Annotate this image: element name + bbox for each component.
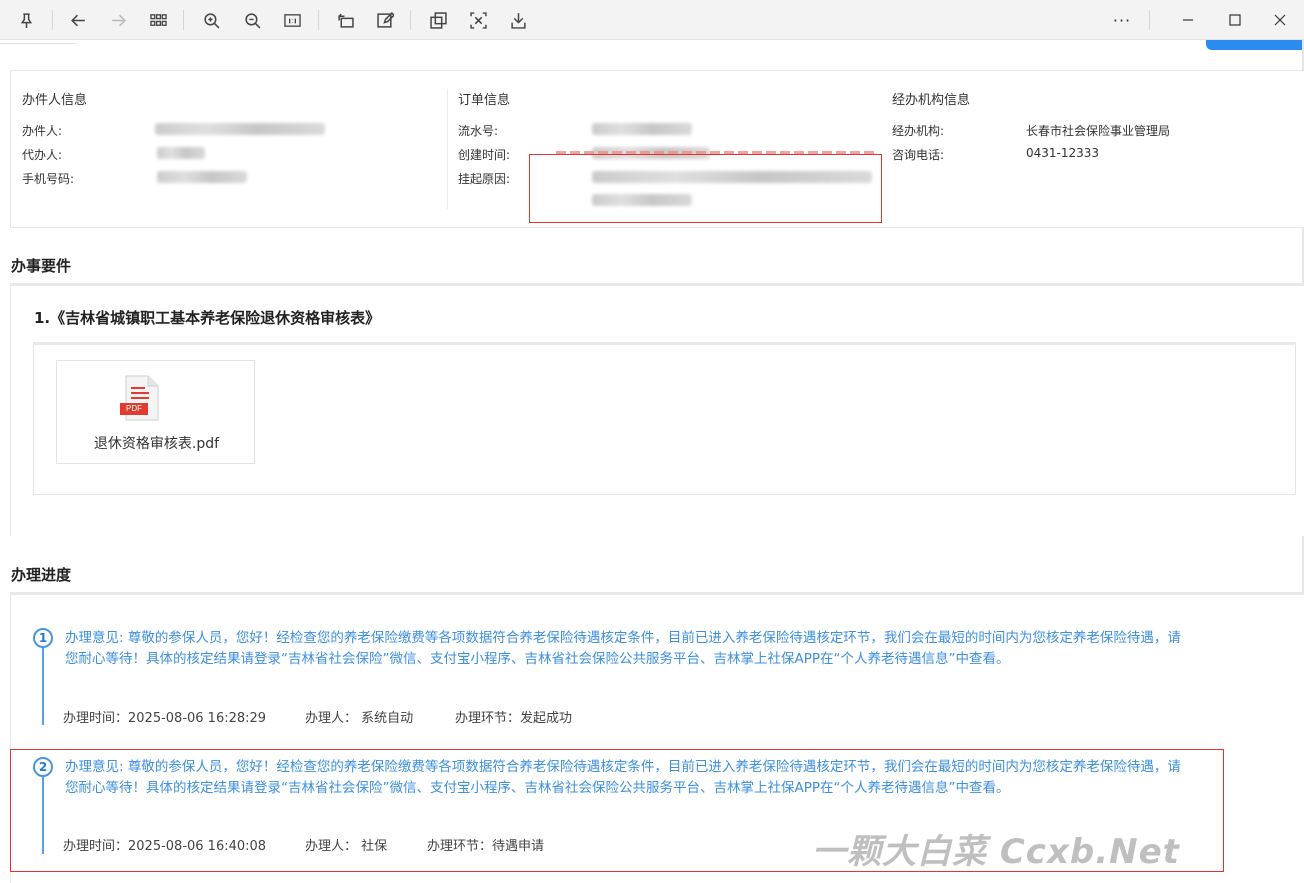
watermark: 一颗大白菜 Ccxb.Net	[812, 832, 1180, 872]
download-icon[interactable]	[506, 8, 530, 32]
agent-value-blurred	[157, 147, 205, 159]
rotate-icon[interactable]	[333, 8, 357, 32]
window-toolbar: ···	[0, 0, 1304, 40]
order-info-title: 订单信息	[458, 93, 511, 108]
serial-number-label: 流水号:	[458, 124, 499, 138]
step-opinion: 办理意见: 尊敬的参保人员，您好！经检查您的养老保险缴费等各项数据符合养老保险待…	[65, 630, 1181, 667]
copy-icon[interactable]	[426, 8, 450, 32]
agent-label: 代办人:	[22, 148, 63, 162]
agency-info: 经办机构信息 经办机构: 长春市社会保险事业管理局 咨询电话: 0431-123…	[883, 71, 1303, 227]
hotline-value: 0431-12333	[1026, 146, 1100, 160]
zoom-out-icon[interactable]	[240, 8, 264, 32]
agency-value: 长春市社会保险事业管理局	[1026, 124, 1171, 138]
materials-section-title: 办事要件	[11, 257, 72, 275]
pdf-file-icon: PDF	[118, 375, 162, 421]
step-connector	[42, 648, 44, 725]
forward-icon[interactable]	[106, 8, 130, 32]
applicant-value-blurred	[155, 123, 325, 135]
action-button-edge[interactable]	[1206, 40, 1304, 50]
agency-info-title: 经办机构信息	[892, 93, 971, 108]
highlight-box-suspend-reason	[529, 154, 882, 223]
zoom-in-icon[interactable]	[199, 8, 223, 32]
pdf-badge: PDF	[126, 404, 142, 413]
actual-size-icon[interactable]	[280, 8, 304, 32]
phone-label: 手机号码:	[22, 172, 75, 186]
serial-number-blurred	[592, 123, 692, 135]
close-doc-icon[interactable]	[466, 8, 490, 32]
step-handler: 办理人： 系统自动	[305, 711, 414, 726]
hotline-label: 咨询电话:	[892, 148, 945, 162]
close-window-icon[interactable]	[1268, 8, 1292, 32]
grid-icon[interactable]	[146, 8, 170, 32]
minimize-icon[interactable]	[1176, 8, 1200, 32]
edit-icon[interactable]	[373, 8, 397, 32]
progress-step-1: 1 办理意见: 尊敬的参保人员，您好！经检查您的养老保险缴费等各项数据符合养老保…	[33, 628, 1233, 728]
handler-info: 办件人信息 办件人: 代办人: 手机号码:	[11, 71, 447, 227]
back-icon[interactable]	[66, 8, 90, 32]
material-item-title: 1.《吉林省城镇职工基本养老保险退休资格审核表》	[34, 309, 381, 327]
pdf-file-name[interactable]: 退休资格审核表.pdf	[57, 433, 256, 453]
pdf-file-card[interactable]: PDF 退休资格审核表.pdf	[56, 360, 255, 464]
step-stage: 办理环节：发起成功	[455, 711, 573, 726]
pin-icon[interactable]	[14, 8, 38, 32]
more-options-icon[interactable]: ···	[1110, 8, 1134, 32]
maximize-icon[interactable]	[1223, 8, 1247, 32]
agency-label: 经办机构:	[892, 124, 945, 138]
tab-edge	[0, 40, 76, 44]
progress-section-title: 办理进度	[11, 566, 72, 584]
step-number-badge: 1	[33, 628, 53, 648]
handler-info-title: 办件人信息	[22, 93, 88, 108]
step-time: 办理时间：2025-08-06 16:28:29	[63, 711, 267, 726]
applicant-label: 办件人:	[22, 124, 63, 138]
phone-value-blurred	[157, 171, 247, 183]
